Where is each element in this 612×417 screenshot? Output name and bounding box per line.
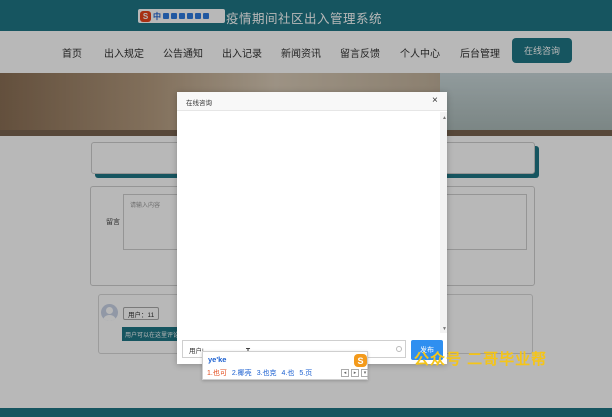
ime-next-page-icon[interactable]: ▸	[351, 369, 359, 377]
close-icon[interactable]: ×	[432, 95, 438, 107]
ime-candidate[interactable]: 4.也	[282, 368, 295, 378]
watermark-text: 公众号 二哥毕业帮	[414, 351, 548, 368]
ime-expand-icon[interactable]: ▾	[361, 369, 369, 377]
chat-scrollbar[interactable]	[440, 112, 447, 333]
scroll-up-arrow-icon[interactable]: ▲	[442, 115, 447, 121]
ime-candidate-list: 1.也可 2.椰壳 3.也克 4.也 5.页	[207, 368, 312, 378]
dialog-title: 在线咨询	[186, 100, 212, 107]
ime-candidate[interactable]: 3.也克	[257, 368, 277, 378]
ime-candidate[interactable]: 1.也可	[207, 368, 227, 378]
chat-message-area[interactable]	[177, 111, 447, 334]
ime-candidate[interactable]: 2.椰壳	[232, 368, 252, 378]
sogou-ime-badge-icon[interactable]: S	[354, 354, 367, 367]
ime-candidate-window: ye'ke 1.也可 2.椰壳 3.也克 4.也 5.页 ◂ ▸ ▾	[202, 351, 369, 380]
ime-candidate[interactable]: 5.页	[299, 368, 312, 378]
input-clear-icon[interactable]	[396, 346, 402, 352]
online-consult-dialog: 在线咨询 × ▲ ▼ 用户| 发布	[177, 92, 447, 364]
ime-prev-page-icon[interactable]: ◂	[341, 369, 349, 377]
ime-pinyin-composition: ye'ke	[208, 355, 227, 364]
dialog-header: 在线咨询 ×	[177, 92, 447, 111]
ime-pager: ◂ ▸ ▾	[341, 369, 369, 377]
scroll-down-arrow-icon[interactable]: ▼	[442, 326, 447, 332]
